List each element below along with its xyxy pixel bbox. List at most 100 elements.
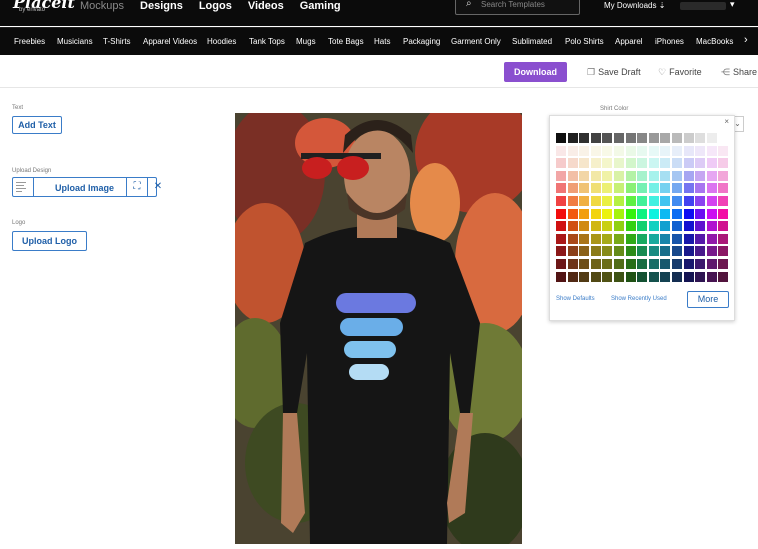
category-apparel[interactable]: Apparel (615, 37, 643, 46)
color-swatch[interactable] (602, 259, 613, 269)
category-musicians[interactable]: Musicians (57, 37, 93, 46)
color-swatch[interactable] (718, 271, 729, 282)
color-swatch[interactable] (683, 196, 694, 206)
color-swatch[interactable] (556, 233, 566, 244)
color-swatch[interactable] (556, 221, 566, 232)
color-swatch[interactable] (556, 158, 566, 169)
color-swatch[interactable] (590, 170, 601, 181)
color-swatch[interactable] (718, 196, 729, 206)
color-swatch[interactable] (706, 158, 717, 169)
color-swatch[interactable] (695, 170, 706, 181)
color-swatch[interactable] (579, 271, 590, 282)
color-swatch[interactable] (625, 271, 636, 282)
color-swatch[interactable] (556, 170, 566, 181)
color-swatch[interactable] (602, 246, 613, 257)
color-swatch[interactable] (672, 158, 682, 169)
color-swatch[interactable] (637, 158, 648, 169)
color-swatch[interactable] (602, 233, 613, 244)
add-text-button[interactable]: Add Text (12, 116, 62, 134)
category-apparel-videos[interactable]: Apparel Videos (143, 37, 197, 46)
color-swatch[interactable] (614, 196, 624, 206)
color-swatch[interactable] (579, 183, 590, 194)
color-swatch[interactable] (579, 145, 590, 156)
color-swatch[interactable] (567, 158, 578, 169)
share-button[interactable]: ⋲ Share (721, 67, 757, 78)
color-swatch[interactable] (614, 208, 624, 219)
color-swatch[interactable] (602, 133, 613, 143)
color-swatch[interactable] (625, 208, 636, 219)
color-swatch[interactable] (555, 132, 567, 144)
color-swatch[interactable] (614, 259, 624, 269)
color-swatch[interactable] (648, 271, 659, 282)
search-box[interactable]: ⌕ Search Templates (455, 0, 580, 15)
color-swatch[interactable] (695, 271, 706, 282)
color-swatch[interactable] (637, 183, 648, 194)
color-swatch[interactable] (706, 246, 717, 257)
color-swatch[interactable] (567, 259, 578, 269)
color-swatch[interactable] (660, 133, 671, 143)
color-swatch[interactable] (660, 221, 671, 232)
color-swatch[interactable] (637, 170, 648, 181)
color-swatch[interactable] (590, 196, 601, 206)
color-swatch[interactable] (660, 271, 671, 282)
color-swatch[interactable] (579, 246, 590, 257)
color-swatch[interactable] (567, 196, 578, 206)
color-swatch[interactable] (579, 158, 590, 169)
search-input[interactable]: Search Templates (481, 0, 545, 9)
color-swatch[interactable] (660, 246, 671, 257)
color-swatch[interactable] (556, 145, 566, 156)
close-icon[interactable]: ✕ (148, 180, 168, 194)
category-polo-shirts[interactable]: Polo Shirts (565, 37, 604, 46)
more-colors-button[interactable]: More (687, 291, 729, 308)
color-swatch[interactable] (567, 271, 578, 282)
color-swatch[interactable] (706, 271, 717, 282)
color-swatch[interactable] (567, 246, 578, 257)
color-swatch[interactable] (695, 145, 706, 156)
show-defaults-link[interactable]: Show Defaults (556, 296, 595, 302)
color-swatch[interactable] (625, 246, 636, 257)
color-swatch[interactable] (556, 246, 566, 257)
color-swatch[interactable] (556, 259, 566, 269)
color-swatch[interactable] (625, 233, 636, 244)
color-swatch[interactable] (614, 158, 624, 169)
color-swatch[interactable] (718, 158, 729, 169)
color-swatch[interactable] (625, 196, 636, 206)
color-swatch[interactable] (590, 183, 601, 194)
color-swatch[interactable] (695, 133, 706, 143)
color-swatch[interactable] (637, 246, 648, 257)
color-swatch[interactable] (672, 196, 682, 206)
color-swatch[interactable] (695, 208, 706, 219)
color-swatch[interactable] (683, 246, 694, 257)
category-garment-only[interactable]: Garment Only (451, 37, 501, 46)
color-swatch[interactable] (683, 183, 694, 194)
nav-item-logos[interactable]: Logos (199, 0, 232, 12)
category-hats[interactable]: Hats (374, 37, 390, 46)
color-swatch[interactable] (648, 221, 659, 232)
color-swatch[interactable] (602, 221, 613, 232)
save-draft-button[interactable]: ❐ Save Draft (587, 67, 641, 78)
color-swatch[interactable] (637, 259, 648, 269)
color-swatch[interactable] (614, 221, 624, 232)
color-swatch[interactable] (556, 208, 566, 219)
color-swatch[interactable] (683, 158, 694, 169)
color-swatch[interactable] (683, 145, 694, 156)
color-swatch[interactable] (625, 183, 636, 194)
color-swatch[interactable] (660, 259, 671, 269)
color-swatch[interactable] (706, 183, 717, 194)
color-swatch[interactable] (602, 158, 613, 169)
favorite-button[interactable]: ♡ Favorite (658, 67, 702, 78)
color-swatch[interactable] (625, 133, 636, 143)
color-swatch[interactable] (602, 145, 613, 156)
color-swatch[interactable] (706, 221, 717, 232)
color-swatch[interactable] (567, 133, 578, 143)
color-swatch[interactable] (614, 246, 624, 257)
color-swatch[interactable] (579, 221, 590, 232)
color-swatch[interactable] (614, 170, 624, 181)
color-swatch[interactable] (648, 196, 659, 206)
color-swatch[interactable] (602, 183, 613, 194)
color-swatch[interactable] (660, 196, 671, 206)
color-swatch[interactable] (590, 133, 601, 143)
close-icon[interactable]: × (724, 117, 729, 126)
color-swatch[interactable] (590, 145, 601, 156)
color-swatch[interactable] (695, 183, 706, 194)
